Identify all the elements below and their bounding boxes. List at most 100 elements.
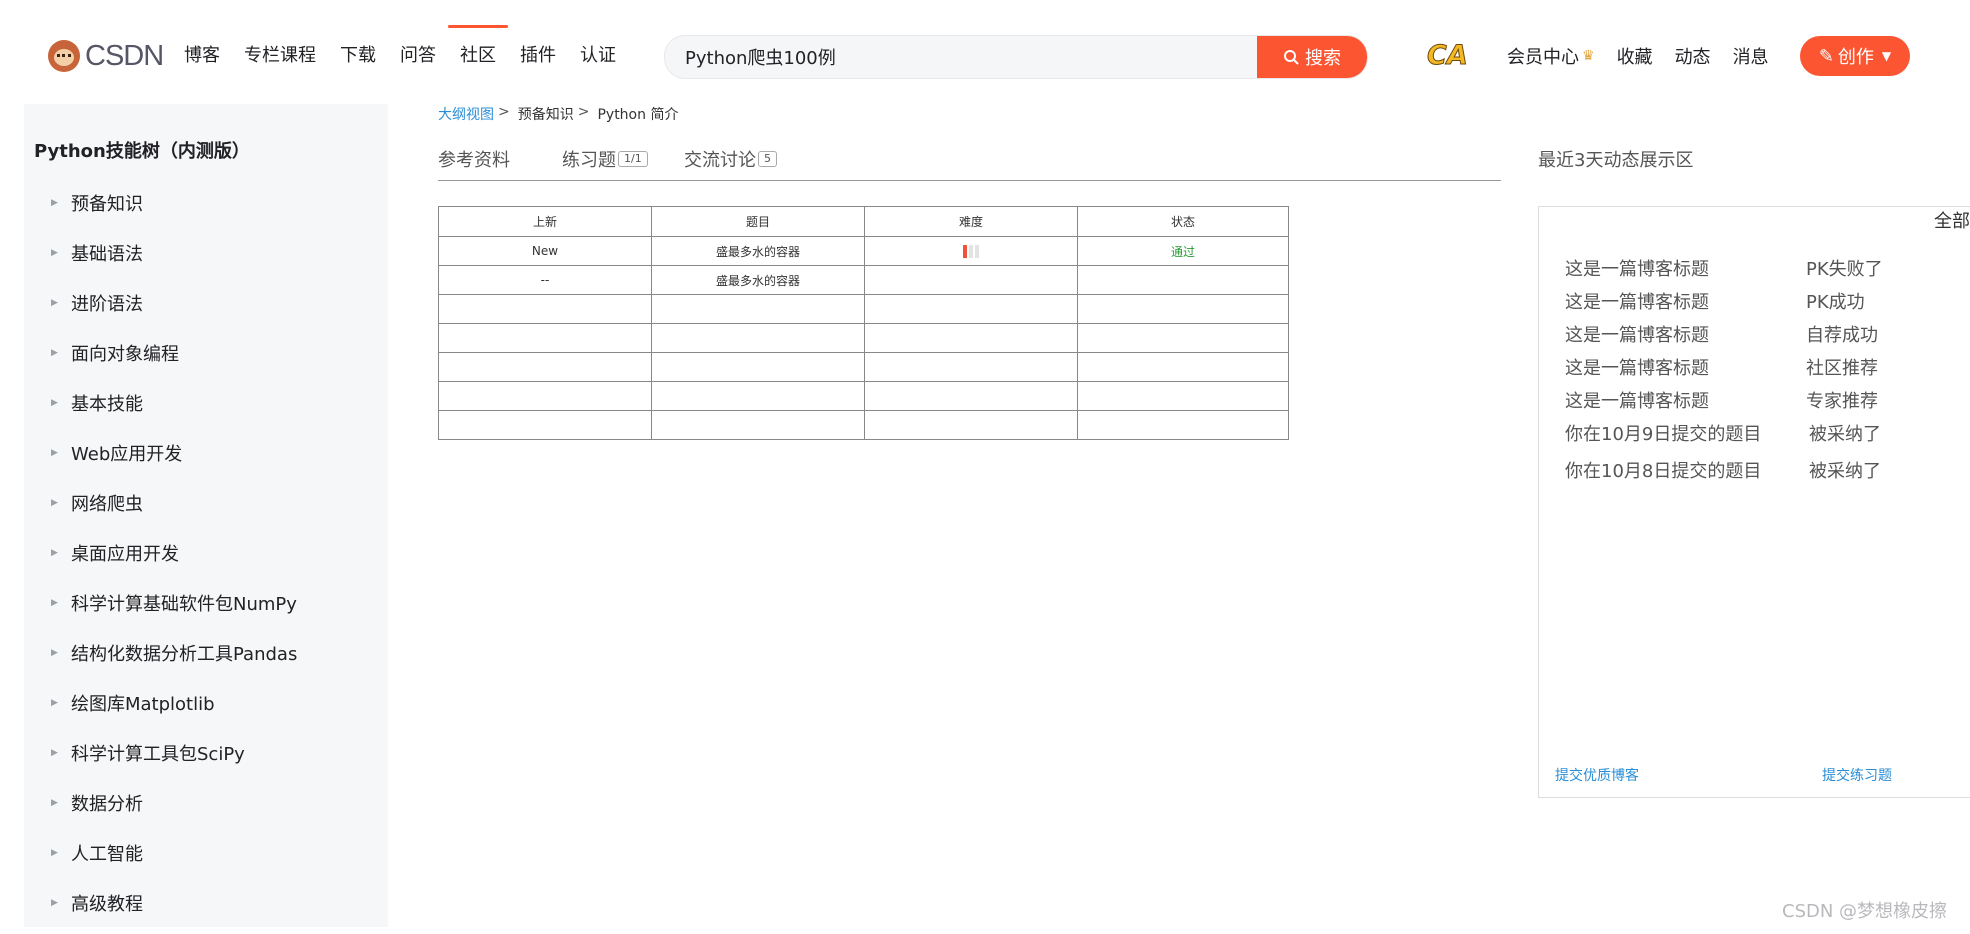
activity-item[interactable]: 你在10月8日提交的题目 被采纳了 bbox=[1565, 457, 1945, 494]
sidebar-item[interactable]: ▶ 绘图库Matplotlib bbox=[24, 684, 388, 734]
cell-status bbox=[1077, 294, 1289, 324]
sidebar-item[interactable]: ▶ 面向对象编程 bbox=[24, 334, 388, 384]
table-header-row: 上新 题目 难度 状态 bbox=[438, 206, 1289, 237]
tab-count-badge: 5 bbox=[758, 151, 777, 167]
nav-item-plugins[interactable]: 插件 bbox=[508, 25, 568, 87]
difficulty-bar bbox=[963, 245, 967, 258]
activity-item-title: 你在10月8日提交的题目 bbox=[1565, 461, 1762, 482]
csdn-logo-text: CSDN bbox=[85, 40, 164, 73]
column-header-status: 状态 bbox=[1077, 206, 1289, 237]
activity-item-title: 这是一篇博客标题 bbox=[1565, 391, 1709, 412]
pen-icon: ✎ bbox=[1818, 45, 1834, 67]
activity-item[interactable]: 你在10月9日提交的题目 被采纳了 bbox=[1565, 420, 1945, 457]
sidebar-item[interactable]: ▶ 网络爬虫 bbox=[24, 484, 388, 534]
activity-all-filter[interactable]: 全部 bbox=[1934, 207, 1970, 233]
sidebar-item[interactable]: ▶ 桌面应用开发 bbox=[24, 534, 388, 584]
tab-exercises[interactable]: 练习题 1/1 bbox=[562, 146, 648, 172]
activity-item-status: 被采纳了 bbox=[1809, 461, 1881, 482]
member-center-label: 会员中心 bbox=[1507, 47, 1579, 68]
tab-label: 交流讨论 bbox=[684, 150, 756, 171]
search-input[interactable] bbox=[685, 36, 1285, 78]
table-row[interactable]: -- 盛最多水的容器 bbox=[438, 265, 1289, 295]
activity-item[interactable]: 这是一篇博客标题 社区推荐 bbox=[1565, 354, 1945, 387]
expand-triangle-icon: ▶ bbox=[51, 248, 58, 258]
sidebar-item[interactable]: ▶ 基础语法 bbox=[24, 234, 388, 284]
cell-difficulty bbox=[864, 294, 1078, 324]
nav-item-blog[interactable]: 博客 bbox=[172, 25, 232, 87]
sidebar-list: ▶ 预备知识 ▶ 基础语法 ▶ 进阶语法 ▶ 面向对象编程 ▶ 基本技能 ▶ Web应用开发… bbox=[24, 184, 388, 934]
column-header-difficulty: 难度 bbox=[864, 206, 1078, 237]
cell-difficulty bbox=[864, 323, 1078, 353]
activity-item-status: PK成功 bbox=[1806, 292, 1865, 313]
activity-link[interactable]: 动态 bbox=[1664, 43, 1722, 69]
breadcrumb-section[interactable]: 预备知识 bbox=[518, 104, 574, 124]
chevron-down-icon: ▼ bbox=[1881, 49, 1892, 63]
cell-difficulty bbox=[864, 265, 1078, 295]
exercise-table: 上新 题目 难度 状态 New 盛最多水的容器 通过 -- 盛最多水的容器 bbox=[438, 206, 1289, 440]
create-button[interactable]: ✎ 创作 ▼ bbox=[1800, 36, 1910, 76]
sidebar-item[interactable]: ▶ 数据分析 bbox=[24, 784, 388, 834]
breadcrumb-outline-link[interactable]: 大纲视图 bbox=[438, 104, 494, 124]
search-button[interactable]: 搜索 bbox=[1257, 36, 1367, 78]
cell-new bbox=[438, 352, 652, 382]
user-toolbar: 会员中心 ♛ 收藏 动态 消息 bbox=[1496, 36, 1780, 76]
submit-exercise-link[interactable]: 提交练习题 bbox=[1822, 765, 1892, 785]
messages-link[interactable]: 消息 bbox=[1722, 43, 1780, 69]
cell-title[interactable]: 盛最多水的容器 bbox=[651, 265, 865, 295]
sidebar-item[interactable]: ▶ 预备知识 bbox=[24, 184, 388, 234]
expand-triangle-icon: ▶ bbox=[51, 298, 58, 308]
tab-discussion[interactable]: 交流讨论 5 bbox=[684, 146, 777, 172]
activity-item[interactable]: 这是一篇博客标题 PK成功 bbox=[1565, 288, 1945, 321]
cell-title bbox=[651, 294, 865, 324]
activity-item[interactable]: 这是一篇博客标题 自荐成功 bbox=[1565, 321, 1945, 354]
ca-badge-logo[interactable]: CA bbox=[1427, 40, 1469, 72]
sidebar-item[interactable]: ▶ 科学计算工具包SciPy bbox=[24, 734, 388, 784]
cell-status bbox=[1077, 410, 1289, 440]
activity-item-status: 社区推荐 bbox=[1806, 358, 1878, 379]
csdn-mascot-icon bbox=[48, 40, 80, 72]
cell-status bbox=[1077, 323, 1289, 353]
submit-blog-link[interactable]: 提交优质博客 bbox=[1555, 765, 1639, 785]
cell-new bbox=[438, 294, 652, 324]
difficulty-meter bbox=[963, 245, 979, 258]
sidebar-item-label: 面向对象编程 bbox=[71, 344, 179, 365]
sidebar-item[interactable]: ▶ 进阶语法 bbox=[24, 284, 388, 334]
nav-item-courses[interactable]: 专栏课程 bbox=[232, 25, 328, 87]
sidebar-item-label: 预备知识 bbox=[71, 194, 143, 215]
expand-triangle-icon: ▶ bbox=[51, 498, 58, 508]
column-header-new: 上新 bbox=[438, 206, 652, 237]
favorites-link[interactable]: 收藏 bbox=[1606, 43, 1664, 69]
expand-triangle-icon: ▶ bbox=[51, 448, 58, 458]
activity-item[interactable]: 这是一篇博客标题 专家推荐 bbox=[1565, 387, 1945, 420]
sidebar-item-label: 数据分析 bbox=[71, 794, 143, 815]
member-center-link[interactable]: 会员中心 ♛ bbox=[1496, 43, 1606, 69]
nav-item-certification[interactable]: 认证 bbox=[568, 25, 628, 87]
cell-new: -- bbox=[438, 265, 652, 295]
sidebar-item[interactable]: ▶ 基本技能 bbox=[24, 384, 388, 434]
sidebar-item[interactable]: ▶ 人工智能 bbox=[24, 834, 388, 884]
nav-item-download[interactable]: 下载 bbox=[328, 25, 388, 87]
breadcrumb: 大纲视图 > 预备知识 > Python 简介 bbox=[438, 104, 678, 124]
expand-triangle-icon: ▶ bbox=[51, 598, 58, 608]
sidebar-item-label: 高级教程 bbox=[71, 894, 143, 915]
cell-title[interactable]: 盛最多水的容器 bbox=[651, 236, 865, 266]
sidebar-item-label: Web应用开发 bbox=[71, 444, 183, 465]
sidebar-item[interactable]: ▶ 结构化数据分析工具Pandas bbox=[24, 634, 388, 684]
sidebar-item-label: 人工智能 bbox=[71, 844, 143, 865]
crown-icon: ♛ bbox=[1582, 48, 1595, 64]
cell-status bbox=[1077, 381, 1289, 411]
tab-references[interactable]: 参考资料 bbox=[438, 146, 510, 172]
sidebar-title: Python技能树（内测版） bbox=[34, 141, 250, 162]
csdn-logo[interactable]: CSDN bbox=[48, 38, 164, 74]
skill-tree-sidebar: Python技能树（内测版） ▶ 预备知识 ▶ 基础语法 ▶ 进阶语法 ▶ 面向对象编程… bbox=[24, 104, 388, 927]
cell-new bbox=[438, 323, 652, 353]
activity-item[interactable]: 这是一篇博客标题 PK失败了 bbox=[1565, 255, 1945, 288]
sidebar-item[interactable]: ▶ Web应用开发 bbox=[24, 434, 388, 484]
nav-item-qa[interactable]: 问答 bbox=[388, 25, 448, 87]
table-row[interactable]: New 盛最多水的容器 通过 bbox=[438, 236, 1289, 266]
nav-item-community[interactable]: 社区 bbox=[448, 25, 508, 87]
search-button-label: 搜索 bbox=[1305, 48, 1341, 69]
sidebar-item[interactable]: ▶ 科学计算基础软件包NumPy bbox=[24, 584, 388, 634]
table-row bbox=[438, 294, 1289, 324]
breadcrumb-separator: > bbox=[498, 104, 510, 120]
